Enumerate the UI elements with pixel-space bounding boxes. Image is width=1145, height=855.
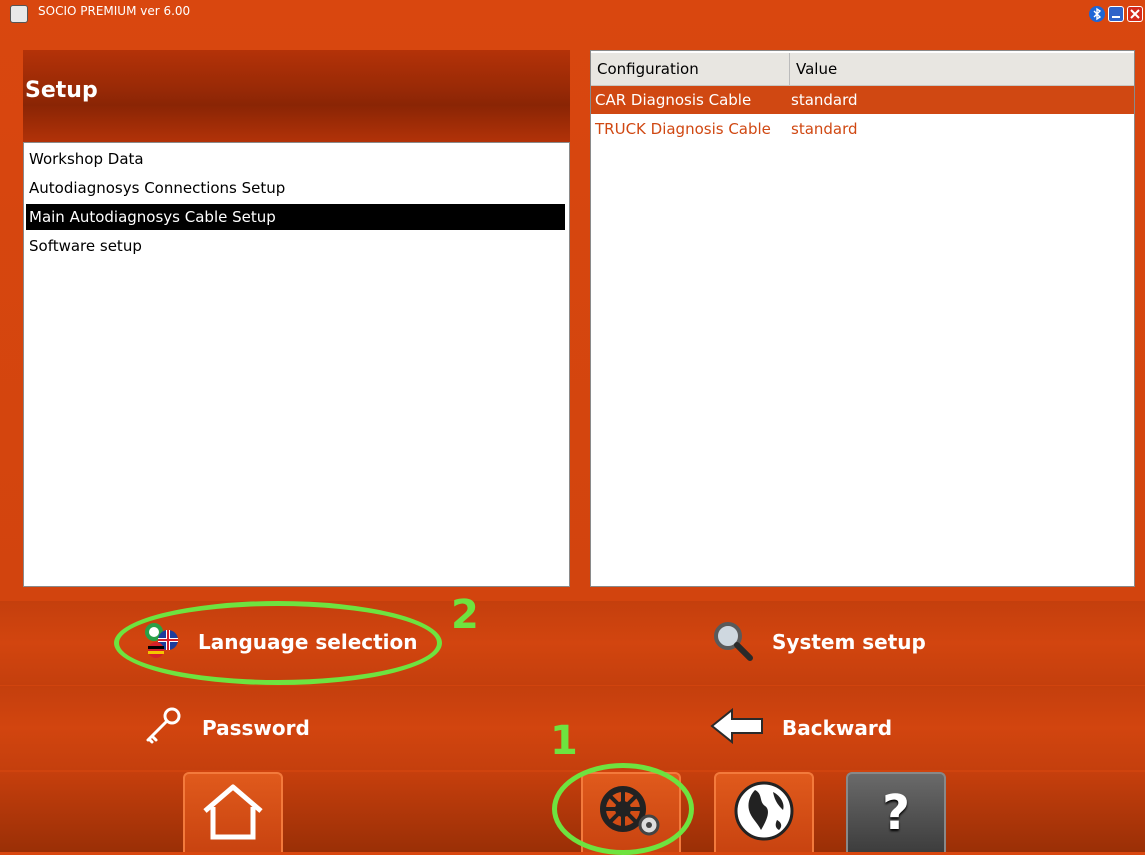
title-bar: SOCIO PREMIUM ver 6.00 xyxy=(0,0,1145,24)
home-icon xyxy=(199,781,267,845)
arrow-left-icon xyxy=(710,706,764,751)
key-icon xyxy=(140,704,184,753)
column-header-configuration[interactable]: Configuration xyxy=(597,53,699,85)
globe-button[interactable] xyxy=(714,772,814,852)
bottom-toolbar: ? xyxy=(0,772,1145,852)
bluetooth-icon[interactable] xyxy=(1089,6,1105,22)
system-setup-button[interactable]: System setup xyxy=(710,612,926,672)
password-button[interactable]: Password xyxy=(140,698,310,758)
row-value: standard xyxy=(791,91,858,109)
row-configuration: TRUCK Diagnosis Cable xyxy=(595,120,771,138)
language-selection-label: Language selection xyxy=(198,630,418,654)
setup-item-workshop-data[interactable]: Workshop Data xyxy=(26,146,565,172)
row-value: standard xyxy=(791,120,858,138)
backward-button[interactable]: Backward xyxy=(710,698,892,758)
row-configuration: CAR Diagnosis Cable xyxy=(595,91,752,109)
home-button[interactable] xyxy=(183,772,283,852)
language-selection-button[interactable]: Language selection xyxy=(140,612,418,672)
setup-item-main-cable-setup[interactable]: Main Autodiagnosys Cable Setup xyxy=(26,204,565,230)
setup-item-software-setup[interactable]: Software setup xyxy=(26,233,565,259)
table-header: Configuration Value xyxy=(591,53,1134,86)
window-title: SOCIO PREMIUM ver 6.00 xyxy=(38,4,191,18)
question-icon: ? xyxy=(882,785,910,841)
setup-title: Setup xyxy=(25,78,98,103)
minimize-icon[interactable] xyxy=(1108,6,1124,22)
password-label: Password xyxy=(202,716,310,740)
setup-header: Setup xyxy=(23,50,570,142)
table-row[interactable]: CAR Diagnosis Cable standard xyxy=(591,86,1134,114)
gears-icon xyxy=(591,781,671,845)
setup-button[interactable] xyxy=(581,772,681,852)
system-setup-label: System setup xyxy=(772,630,926,654)
configuration-table: Configuration Value CAR Diagnosis Cable … xyxy=(590,50,1135,587)
window-controls xyxy=(1089,6,1143,22)
setup-item-autodiagnosys-connections[interactable]: Autodiagnosys Connections Setup xyxy=(26,175,565,201)
setup-menu-list: Workshop Data Autodiagnosys Connections … xyxy=(23,142,570,587)
magnifier-icon xyxy=(710,618,754,667)
globe-icon xyxy=(733,780,795,846)
column-header-value[interactable]: Value xyxy=(789,53,837,85)
flags-icon xyxy=(140,620,180,665)
close-icon[interactable] xyxy=(1127,6,1143,22)
help-button[interactable]: ? xyxy=(846,772,946,852)
table-row[interactable]: TRUCK Diagnosis Cable standard xyxy=(591,115,1134,143)
backward-label: Backward xyxy=(782,716,893,740)
annotation-number-2: 2 xyxy=(451,592,479,638)
annotation-number-1: 1 xyxy=(550,718,578,764)
app-icon xyxy=(10,5,28,23)
